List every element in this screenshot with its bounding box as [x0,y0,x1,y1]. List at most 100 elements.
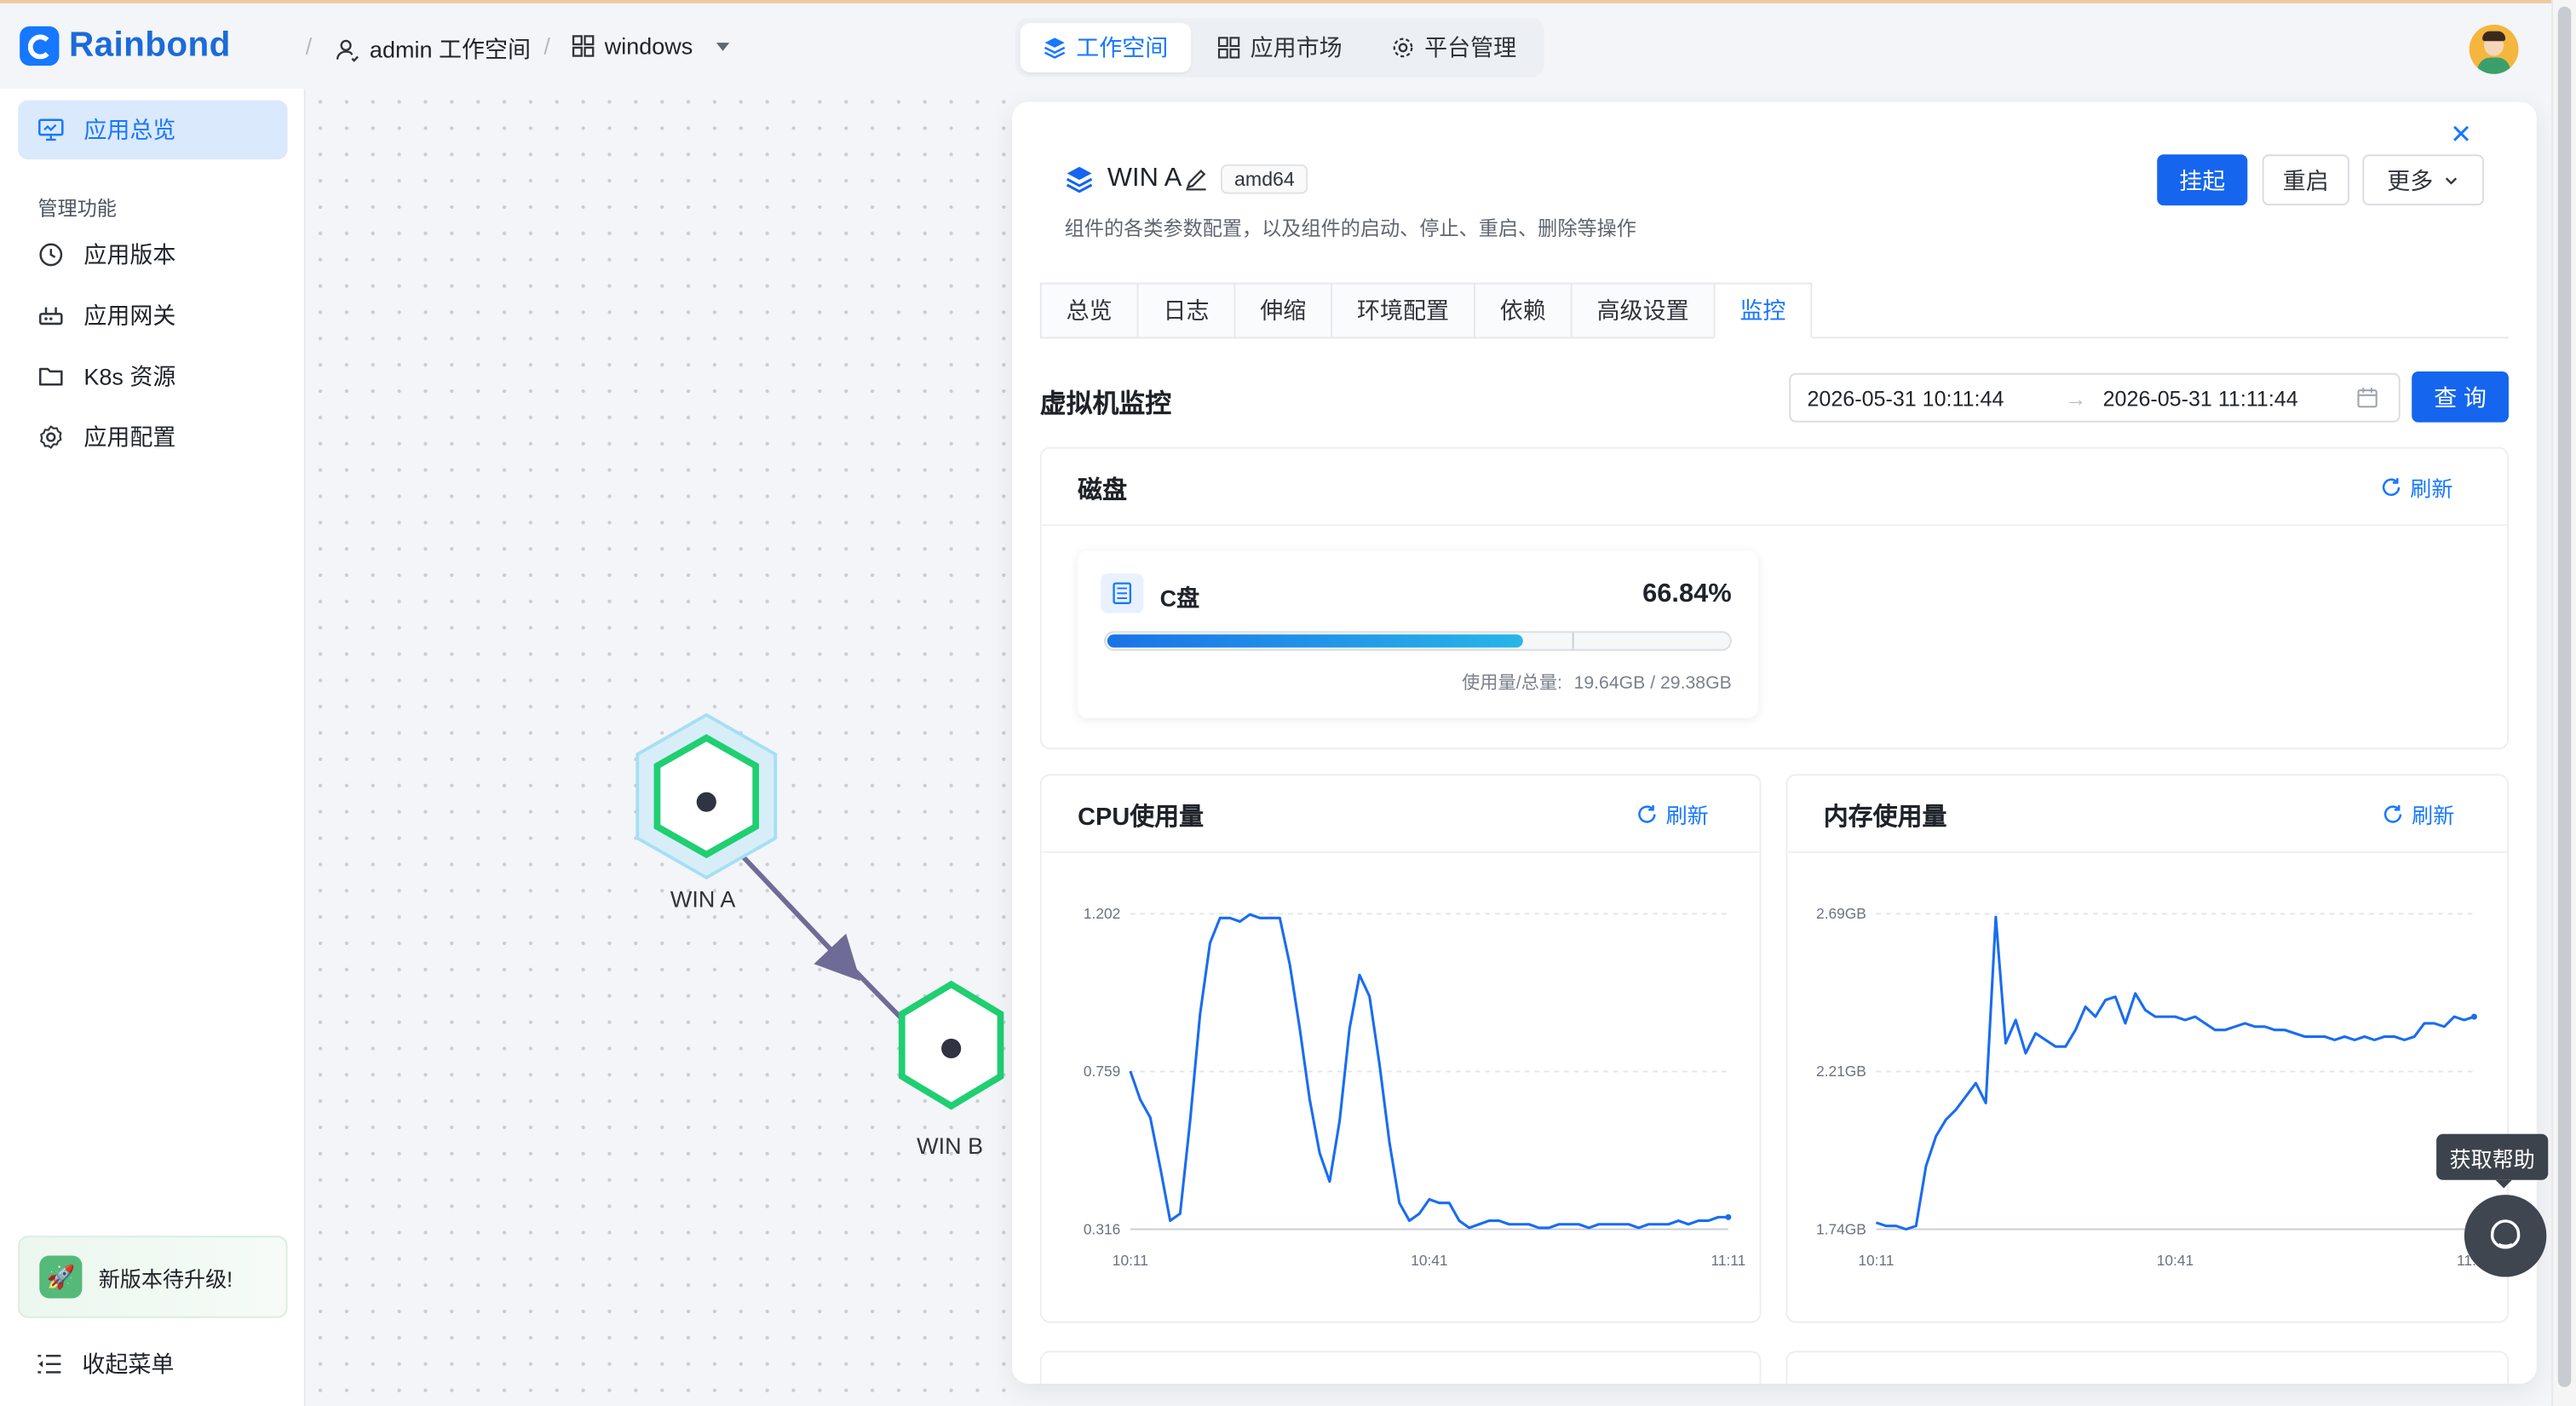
node-label-win-a: WIN A [670,885,736,913]
component-tabs: 总览 日志 伸缩 环境配置 依赖 高级设置 监控 [1039,282,2509,339]
close-icon[interactable]: ✕ [2445,118,2478,152]
memory-refresh-button[interactable]: 刷新 [2382,798,2454,830]
sidebar-group-label: 管理功能 [37,197,117,221]
tab-dependencies[interactable]: 依赖 [1473,282,1571,339]
breadcrumb-workspace[interactable]: admin 工作空间 [335,33,531,66]
tab-logs[interactable]: 日志 [1136,282,1234,339]
next-card [1785,1351,2509,1384]
app-name: windows [604,32,693,60]
collapse-menu-button[interactable]: 收起菜单 [36,1347,174,1380]
avatar[interactable] [2469,24,2519,74]
help-tooltip: 获取帮助 [2436,1133,2549,1189]
x-tick-label: 10:11 [1858,1252,1894,1269]
memory-chart: 2.69GB2.21GB1.74GB10:1110:4111:11 [1816,905,2492,1269]
cpu-refresh-button[interactable]: 刷新 [1636,798,1709,830]
help-button[interactable] [2464,1195,2547,1277]
topology-canvas[interactable]: WIN A WIN B [307,89,1014,1406]
more-button[interactable]: 更多 [2362,154,2485,206]
router-icon [38,307,63,326]
upgrade-banner[interactable]: 🚀 新版本待升级! [18,1236,288,1318]
disk-title: 磁盘 [1078,476,1128,505]
range-end: 2026-05-31 11:11:44 [2102,385,2298,411]
refresh-label: 刷新 [1665,804,1709,829]
disk-refresh-button[interactable]: 刷新 [2381,472,2453,504]
avatar-shirt [2477,57,2510,74]
restart-button[interactable]: 重启 [2262,154,2349,206]
calendar-icon [2357,388,2378,408]
series-end-point [1725,1213,1732,1220]
query-button[interactable]: 查 询 [2412,371,2509,423]
node-win-b[interactable] [898,980,1004,1110]
sidebar-item-label: 应用总览 [83,116,176,143]
folder-icon [38,367,63,386]
y-tick-label: 2.69GB [1816,905,1866,922]
nav-platform[interactable]: 平台管理 [1369,23,1540,72]
workspace-name: admin 工作空间 [369,36,531,63]
edit-icon[interactable] [1185,168,1208,191]
tab-env[interactable]: 环境配置 [1331,282,1474,339]
x-tick-label: 11:11 [1711,1252,1745,1269]
layers-icon [1066,166,1093,193]
component-header: WIN A amd64 [1065,164,1308,194]
menu-fold-icon [37,1354,61,1374]
sidebar-item-versions[interactable]: 应用版本 [18,225,287,284]
sidebar-item-gateway[interactable]: 应用网关 [18,286,287,345]
disk-name: C盘 [1159,585,1200,612]
cpu-chart: 1.202 0.759 0.316 10:11 10:41 11:11 [1084,905,1745,1269]
top-bar: Rainbond / admin 工作空间 / windows 工作空间 应用市… [0,0,2576,89]
y-tick-label: 1.202 [1084,905,1120,922]
nav-workspace-label: 工作空间 [1076,34,1169,61]
tab-advanced[interactable]: 高级设置 [1570,282,1714,339]
y-tick-label: 1.74GB [1816,1220,1866,1237]
breadcrumb-app[interactable]: windows [572,32,736,60]
scrollbar-thumb[interactable] [2557,6,2572,1387]
sidebar-item-label: 应用网关 [83,302,176,329]
brand-name: Rainbond [69,26,231,65]
disk-item-c: C盘 66.84% 使用量/总量: 19.64GB / 29.38GB [1078,550,1758,718]
sidebar-item-label: K8s 资源 [83,363,176,390]
headset-icon [2490,1219,2521,1249]
avatar-hair [2482,31,2506,42]
component-panel: ✕ WIN A amd64 组件的各类参数配置，以及组件的启动、停止、重启、删除… [1012,101,2537,1384]
top-nav: 工作空间 应用市场 平台管理 [1015,18,1544,78]
nav-workspace[interactable]: 工作空间 [1020,23,1192,72]
suspend-button[interactable]: 挂起 [2157,154,2248,206]
divider [1787,851,2508,853]
dependency-edge-tail [834,949,906,1023]
sidebar-item-overview[interactable]: 应用总览 [18,100,288,160]
gear-icon [1393,37,1413,58]
tab-overview[interactable]: 总览 [1039,282,1137,339]
monitor-icon [38,118,64,141]
chevron-down-icon [2445,176,2458,184]
tab-monitor[interactable]: 监控 [1713,282,1813,339]
brand-logo[interactable]: Rainbond [20,26,231,66]
app-root: Rainbond / admin 工作空间 / windows 工作空间 应用市… [0,0,2576,1406]
sidebar-item-k8s[interactable]: K8s 资源 [18,347,287,406]
y-tick-label: 2.21GB [1816,1063,1866,1080]
refresh-label: 刷新 [2410,476,2453,502]
node-label-win-b: WIN B [917,1132,984,1159]
sidebar-item-label: 应用配置 [83,424,176,451]
section-title: 虚拟机监控 [1039,391,1172,419]
user-icon [336,38,359,61]
refresh-icon [1638,804,1656,823]
refresh-icon [2383,804,2402,823]
arch-tag: amd64 [1221,164,1308,194]
upgrade-text: 新版本待升级! [98,1265,233,1291]
divider [1041,851,1760,853]
date-range-picker[interactable]: 2026-05-31 10:11:44 → 2026-05-31 11:11:4… [1789,372,2401,423]
more-label: 更多 [2387,166,2434,193]
sidebar-item-config[interactable]: 应用配置 [18,407,287,466]
node-win-a[interactable] [635,712,778,880]
disk-usage-text: 使用量/总量: 19.64GB / 29.38GB [1462,669,1732,695]
layers-icon [1044,37,1066,59]
rainbond-logo-icon [20,26,60,66]
tab-scaling[interactable]: 伸缩 [1233,282,1331,339]
disk-usage-value: 19.64GB / 29.38GB [1573,673,1732,694]
page-scrollbar[interactable] [2551,0,2576,1406]
series-end-point [2471,1013,2477,1020]
nav-market[interactable]: 应用市场 [1194,23,1366,72]
disk-usage-fill [1107,634,1523,648]
component-name: WIN A [1107,164,1182,193]
caret-down-icon[interactable] [703,36,736,55]
